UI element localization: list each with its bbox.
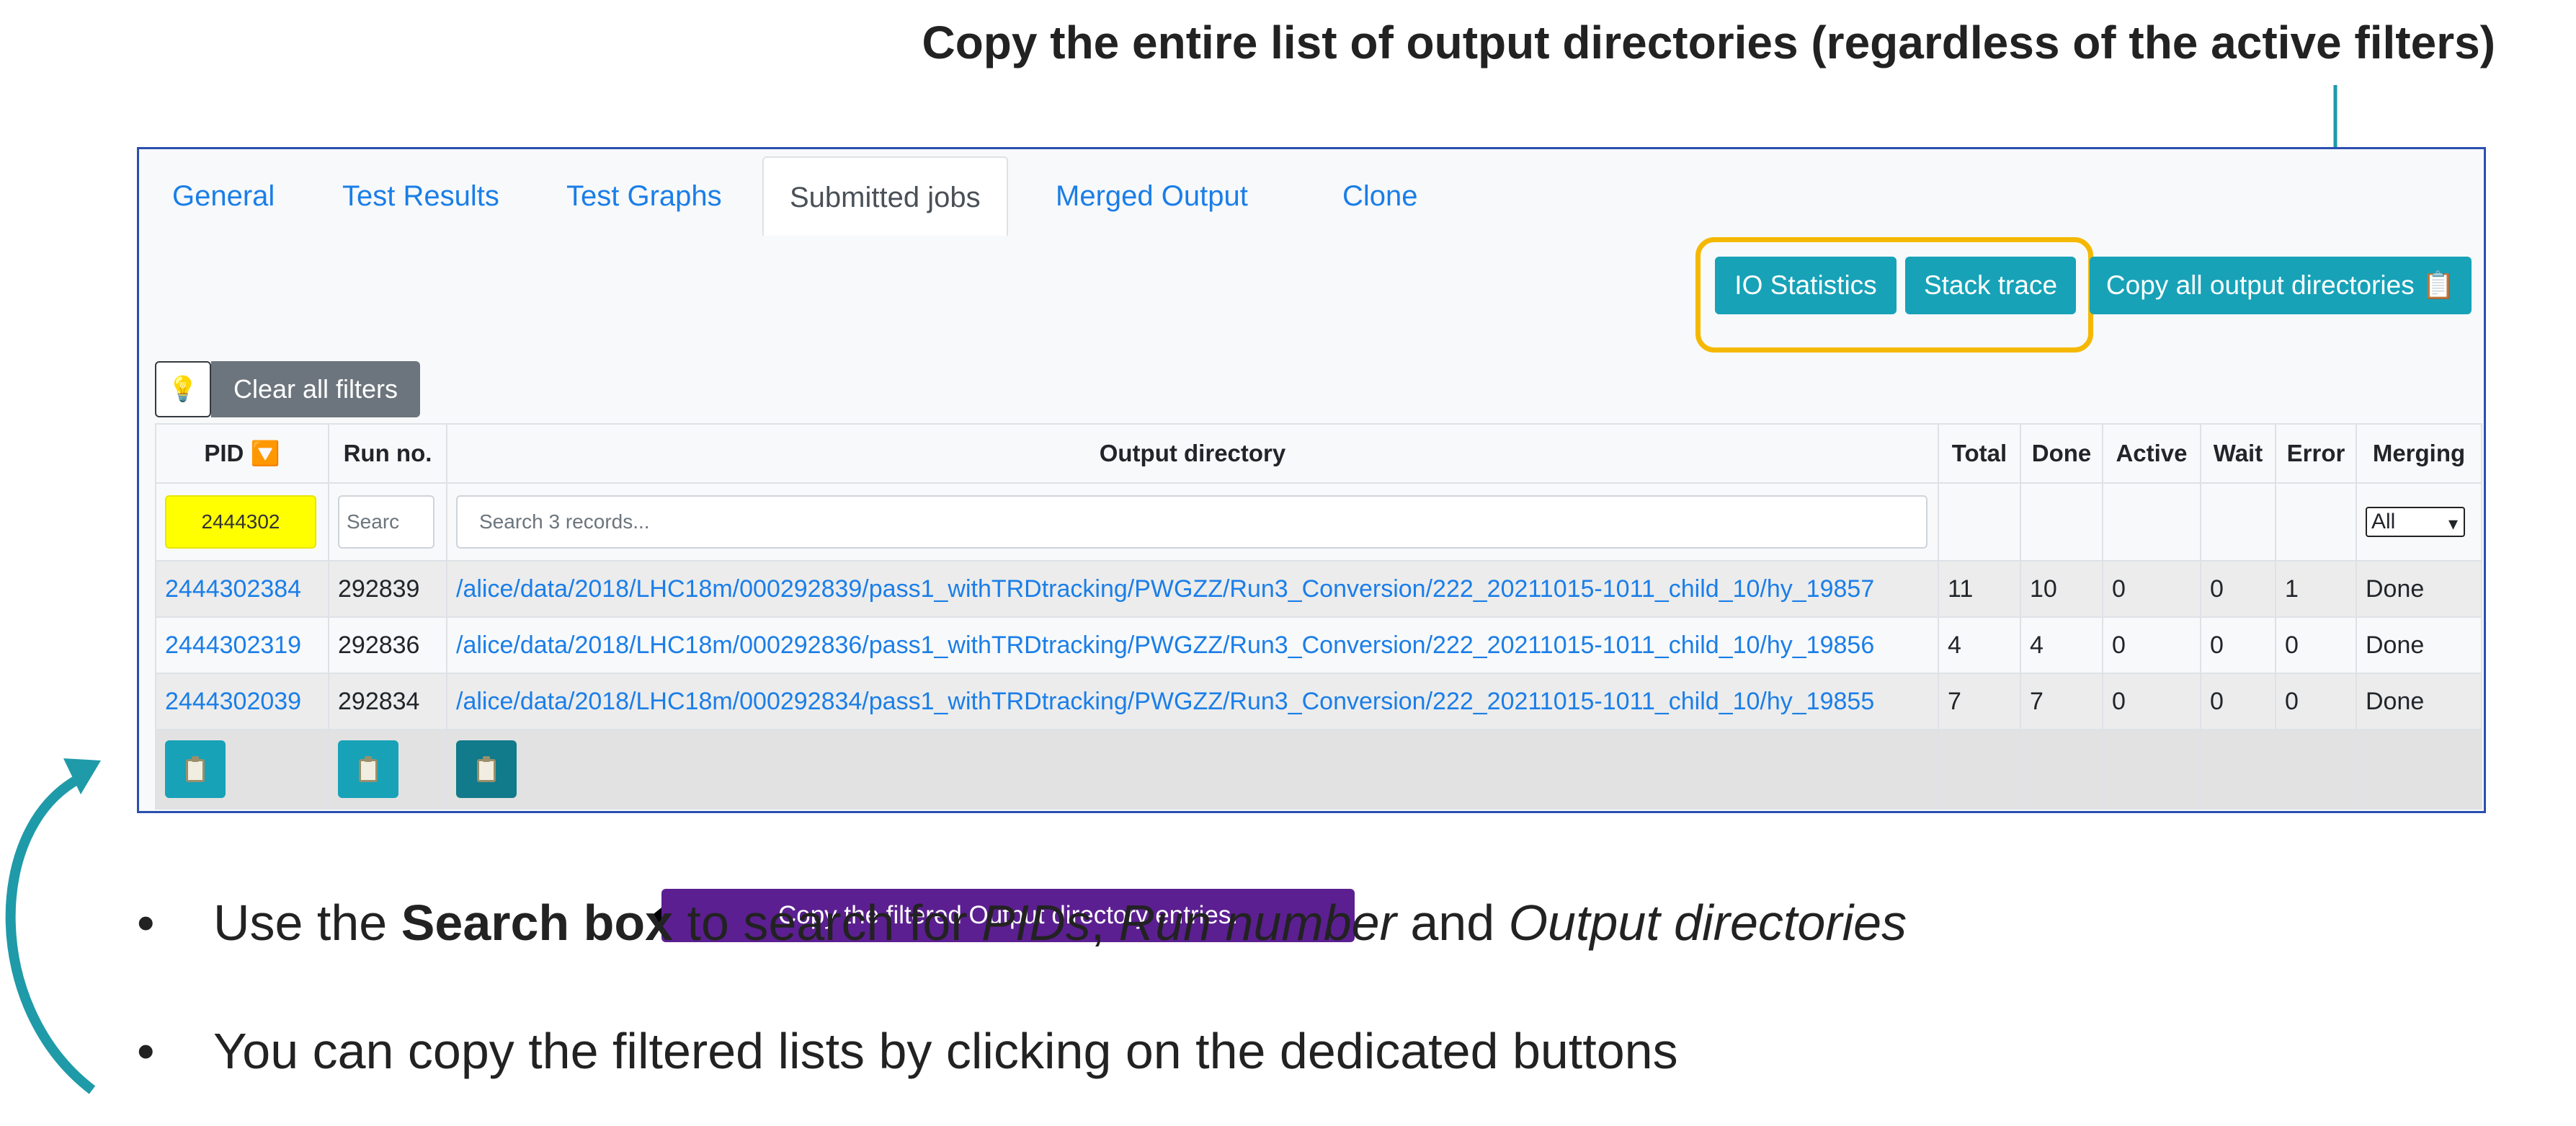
stack-trace-button[interactable]: Stack trace [1905,257,2076,314]
done-header[interactable]: Done [2020,423,2103,484]
lightbulb-button[interactable]: 💡 [155,361,211,417]
jobs-table: PID 🔽 Run no. Output directory Total Don… [155,423,2482,810]
total-cell: 7 [1938,673,2021,730]
bullet-text: You can copy the filtered lists by click… [213,1023,1678,1079]
outdir-link[interactable]: /alice/data/2018/LHC18m/000292836/pass1_… [446,616,1939,674]
total-cell: 4 [1938,616,2021,674]
tab-bar: General Test Results Test Graphs Submitt… [146,156,2477,236]
pid-link[interactable]: 2444302319 [155,616,329,674]
outdir-filter-cell: Search 3 records... [446,482,1939,562]
pid-header[interactable]: PID 🔽 [155,423,329,484]
submitted-jobs-panel: General Test Results Test Graphs Submitt… [137,147,2486,942]
chevron-down-icon: ▾ [2448,513,2458,534]
active-header[interactable]: Active [2102,423,2201,484]
wait-cell: 0 [2200,673,2276,730]
clipboard-icon [477,756,496,783]
copy-runs-button[interactable] [338,740,398,798]
io-statistics-button[interactable]: IO Statistics [1715,257,1897,314]
sort-down-icon[interactable]: 🔽 [251,440,280,466]
outdir-link[interactable]: /alice/data/2018/LHC18m/000292839/pass1_… [446,560,1939,618]
pid-filter-input[interactable]: 2444302 [165,495,316,549]
merging-cell: Done [2356,616,2482,674]
copy-all-output-directories-button[interactable]: Copy all output directories 📋 [2090,257,2472,314]
run-filter-cell: Searc [328,482,447,562]
active-cell: 0 [2102,560,2201,618]
merging-header[interactable]: Merging [2356,423,2482,484]
filter-row: 2444302 Searc Search 3 records... All ▾ [155,482,2482,562]
clipboard-icon [359,756,378,783]
merging-cell: Done [2356,560,2482,618]
error-cell: 0 [2275,616,2357,674]
merging-filter-select[interactable]: All ▾ [2366,507,2465,537]
pid-header-label: PID [204,439,244,466]
table-row: 2444302319 292836 /alice/data/2018/LHC18… [155,616,2482,674]
header-row: PID 🔽 Run no. Output directory Total Don… [155,423,2482,484]
tab-test-results[interactable]: Test Results [316,156,525,236]
wait-cell: 0 [2200,616,2276,674]
table-row: 2444302384 292839 /alice/data/2018/LHC18… [155,560,2482,618]
tab-submitted-jobs[interactable]: Submitted jobs [762,156,1008,236]
merging-cell: Done [2356,673,2482,730]
run-header[interactable]: Run no. [328,423,447,484]
tab-general[interactable]: General [146,156,300,236]
run-cell: 292834 [328,673,447,730]
table-row: 2444302039 292834 /alice/data/2018/LHC18… [155,673,2482,730]
merging-filter-cell: All ▾ [2356,482,2482,562]
pid-link[interactable]: 2444302384 [155,560,329,618]
outdir-link[interactable]: /alice/data/2018/LHC18m/000292834/pass1_… [446,673,1939,730]
total-header[interactable]: Total [1938,423,2021,484]
merging-filter-value: All [2371,510,2396,533]
error-cell: 1 [2275,560,2357,618]
run-filter-input[interactable]: Searc [338,495,434,549]
done-cell: 4 [2020,616,2103,674]
tab-test-graphs[interactable]: Test Graphs [540,156,748,236]
done-cell: 7 [2020,673,2103,730]
error-cell: 0 [2275,673,2357,730]
copy-outdirs-button[interactable] [456,740,517,798]
wait-cell: 0 [2200,560,2276,618]
pid-filter-cell: 2444302 [155,482,329,562]
outdir-header[interactable]: Output directory [446,423,1939,484]
tab-merged-output[interactable]: Merged Output [1030,156,1274,236]
active-cell: 0 [2102,616,2201,674]
copy-pids-button[interactable] [165,740,226,798]
clear-all-filters-button[interactable]: Clear all filters [211,361,420,417]
run-cell: 292839 [328,560,447,618]
bullet-text: Use the Search box to search for PIDs, R… [213,895,1907,951]
outdir-search-input[interactable]: Search 3 records... [456,495,1927,549]
bullet-dot: • [137,895,155,951]
total-cell: 11 [1938,560,2021,618]
tab-clone[interactable]: Clone [1316,156,1444,236]
done-cell: 10 [2020,560,2103,618]
error-header[interactable]: Error [2275,423,2357,484]
pid-link[interactable]: 2444302039 [155,673,329,730]
copy-row [155,729,2482,810]
run-cell: 292836 [328,616,447,674]
clipboard-icon [186,756,205,783]
bullet-dot: • [137,1023,155,1079]
active-cell: 0 [2102,673,2201,730]
wait-header[interactable]: Wait [2200,423,2276,484]
